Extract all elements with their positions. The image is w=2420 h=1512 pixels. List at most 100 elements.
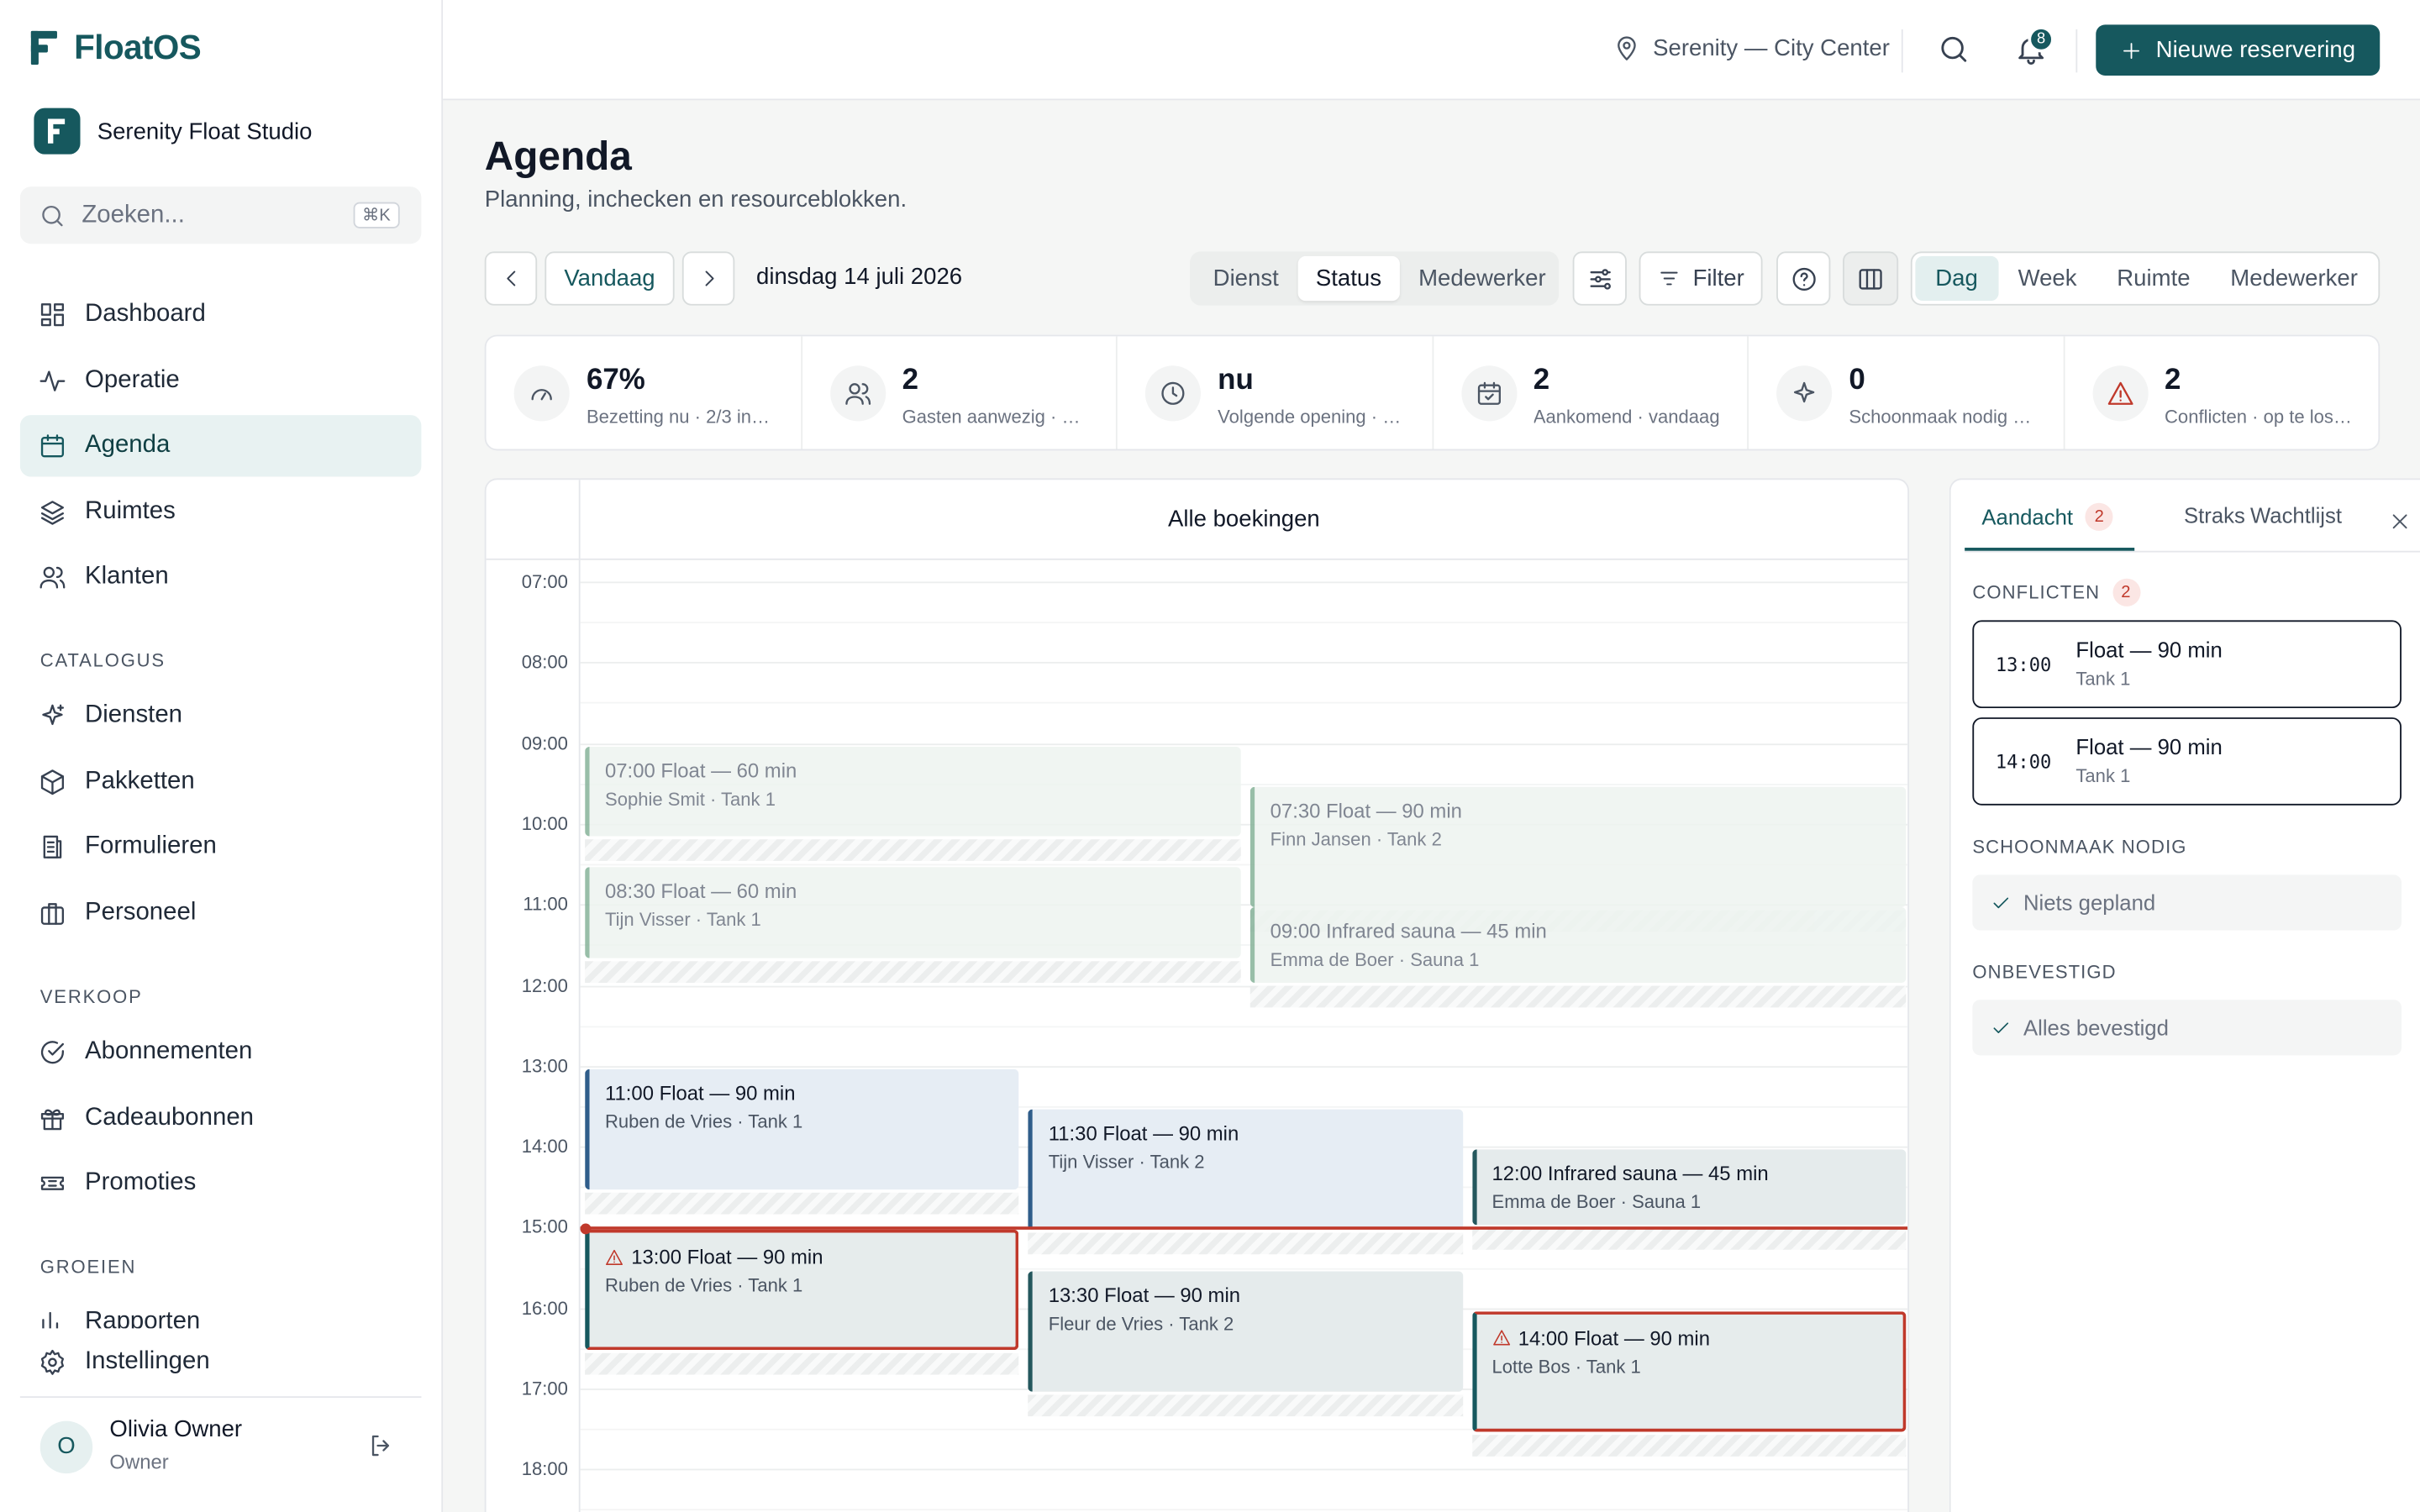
booking-event[interactable]: 09:00 Infrared sauna — 45 min Emma de Boe…: [1249, 907, 1907, 983]
booking-guest: Tijn Visser · Tank 1: [604, 908, 761, 931]
nav-personeel[interactable]: Personeel: [20, 883, 422, 944]
stat-conflicten[interactable]: 2 Conflicten · op te lossen: [2065, 336, 2379, 449]
booking-event[interactable]: 13:00 Float — 90 min Ruben de Vries · Tan…: [585, 1230, 1019, 1351]
nav-label: Diensten: [85, 701, 183, 728]
nav-klanten[interactable]: Klanten: [20, 546, 422, 607]
stat-label: Aankomend · vandaag: [1533, 406, 1720, 428]
turnover-buffer: [585, 1353, 1019, 1376]
brand[interactable]: FloatOS: [30, 26, 202, 69]
nav-label: Agenda: [85, 432, 171, 459]
stat-bezetting[interactable]: 67% Bezetting nu · 2/3 in gebruik: [487, 336, 802, 449]
nav-agenda[interactable]: Agenda: [19, 415, 422, 477]
conflict-item[interactable]: 14:00 Float — 90 min Tank 1: [1972, 717, 2402, 806]
close-icon[interactable]: [2389, 511, 2411, 533]
new-reservation-label: Nieuwe reservering: [2155, 37, 2356, 64]
hour-label: 10:00: [521, 812, 568, 835]
nav-pakketten[interactable]: Pakketten: [20, 751, 422, 812]
gauge-icon: [513, 365, 570, 422]
hour-label: 15:00: [521, 1216, 568, 1238]
booking-title: 14:00 Float — 90 min: [1518, 1326, 1711, 1350]
tab-straks[interactable]: Straks: [2184, 503, 2245, 528]
booking-event[interactable]: 11:30 Float — 90 min Tijn Visser · Tank 2: [1028, 1109, 1463, 1230]
time-gutter: 07:00 08:00 09:00 10:00 11:00 12:00 13:00 14:00…: [487, 559, 581, 1512]
stat-label: Volgende opening · beschikbaar: [1218, 406, 1406, 428]
stat-label: Gasten aanwezig · nu binnen: [902, 406, 1091, 428]
stat-gasten[interactable]: 2 Gasten aanwezig · nu binnen: [802, 336, 1118, 449]
current-time-line: [580, 1226, 1908, 1231]
app-root: FloatOS Serenity Float Studio Zoeken... …: [0, 0, 2420, 1512]
turnover-buffer: [1028, 1232, 1463, 1255]
conflict-resource: Tank 1: [2075, 765, 2131, 787]
today-button[interactable]: Vandaag: [544, 251, 675, 306]
view-dag[interactable]: Dag: [1915, 255, 1998, 302]
nav-label: Ruimtes: [85, 498, 176, 525]
hour-label: 17:00: [521, 1378, 568, 1399]
booking-guest: Ruben de Vries · Tank 1: [604, 1274, 803, 1297]
conflict-item[interactable]: 13:00 Float — 90 min Tank 1: [1972, 620, 2402, 709]
studio-switcher[interactable]: Serenity Float Studio: [34, 108, 312, 155]
tab-aandacht[interactable]: Aandacht 2: [1981, 502, 2113, 531]
gear-icon: [39, 1348, 66, 1376]
booking-event[interactable]: 07:00 Float — 60 min Sophie Smit · Tank 1: [585, 746, 1241, 837]
nav-rapporten[interactable]: Rapporten: [20, 1298, 422, 1329]
booking-title-row: 07:00 Float — 60 min: [605, 759, 1225, 782]
new-reservation-button[interactable]: Nieuwe reservering: [2096, 24, 2381, 76]
nav-label: Promoties: [85, 1169, 197, 1196]
tab-wachtlijst[interactable]: Wachtlijst: [2250, 503, 2342, 528]
hour-label: 18:00: [521, 1458, 568, 1480]
color-by-medewerker[interactable]: Medewerker: [1400, 256, 1565, 301]
booking-title-row: 12:00 Infrared sauna — 45 min: [1491, 1162, 1890, 1185]
prev-day-button[interactable]: [484, 251, 538, 306]
booking-event[interactable]: 11:00 Float — 90 min Ruben de Vries · Tan…: [585, 1068, 1019, 1189]
logout-icon[interactable]: [367, 1431, 395, 1459]
booking-event[interactable]: 07:30 Float — 90 min Finn Jansen · Tank 2: [1249, 786, 1907, 907]
view-medewerker[interactable]: Medewerker: [2210, 256, 2377, 301]
nav-diensten[interactable]: Diensten: [20, 685, 422, 747]
nav-formulieren[interactable]: Formulieren: [20, 816, 422, 878]
stat-schoonmaak[interactable]: 0 Schoonmaak nodig · ruimtes: [1749, 336, 2065, 449]
filter-icon: [1657, 267, 1681, 291]
columns-toggle-button[interactable]: [1843, 251, 1899, 306]
help-button[interactable]: [1776, 251, 1831, 306]
booking-event[interactable]: 13:30 Float — 90 min Fleur de Vries · Tan…: [1028, 1270, 1463, 1391]
nav-cadeaubonnen[interactable]: Cadeaubonnen: [20, 1088, 422, 1149]
hour-gridline: [580, 1469, 1908, 1471]
booking-event[interactable]: 14:00 Float — 90 min Lotte Bos · Tank 1: [1471, 1310, 1907, 1431]
sidebar-search[interactable]: Zoeken... ⌘K: [19, 186, 422, 244]
briefcase-icon: [39, 900, 66, 927]
booking-guest: Emma de Boer · Sauna 1: [1270, 948, 1480, 971]
cleaning-status: Niets gepland: [1972, 874, 2402, 931]
nav-promoties[interactable]: Promoties: [20, 1152, 422, 1214]
hour-gridline: [580, 662, 1908, 664]
display-settings-button[interactable]: [1572, 251, 1627, 306]
nav-abonnementen[interactable]: Abonnementen: [20, 1021, 422, 1083]
booking-event[interactable]: 12:00 Infrared sauna — 45 min Emma de Boe…: [1471, 1149, 1907, 1225]
turnover-buffer: [1028, 1394, 1463, 1416]
color-by-status[interactable]: Status: [1297, 255, 1401, 302]
filter-button[interactable]: Filter: [1639, 251, 1763, 306]
tab-badge: 2: [2085, 502, 2113, 531]
color-by-toggle: Dienst Status Medewerker: [1190, 251, 1560, 306]
booking-guest: Emma de Boer · Sauna 1: [1491, 1191, 1702, 1213]
nav-operatie[interactable]: Operatie: [20, 350, 422, 412]
user-card[interactable]: O Olivia Owner Owner: [19, 1396, 422, 1495]
stat-opening[interactable]: nu Volgende opening · beschikbaar: [1118, 336, 1434, 449]
next-day-button[interactable]: [681, 251, 735, 306]
nav-dashboard[interactable]: Dashboard: [20, 284, 422, 345]
nav-ruimtes[interactable]: Ruimtes: [20, 481, 422, 543]
view-week[interactable]: Week: [1998, 256, 2097, 301]
current-time-dot: [580, 1223, 592, 1235]
booking-event[interactable]: 08:30 Float — 60 min Tijn Visser · Tank 1: [585, 867, 1241, 958]
nav-label: Rapporten: [85, 1308, 201, 1329]
stat-value: 67%: [586, 364, 645, 397]
current-date[interactable]: dinsdag 14 juli 2026: [756, 264, 962, 290]
nav-instellingen[interactable]: Instellingen: [20, 1331, 422, 1393]
users-icon: [39, 563, 66, 591]
location-selector[interactable]: Serenity — City Center: [1612, 34, 1890, 61]
view-ruimte[interactable]: Ruimte: [2096, 256, 2210, 301]
search-placeholder: Zoeken...: [82, 201, 185, 228]
stat-aankomend[interactable]: 2 Aankomend · vandaag: [1433, 336, 1749, 449]
color-by-dienst[interactable]: Dienst: [1195, 256, 1297, 301]
search-icon[interactable]: [1937, 33, 1970, 66]
chevron-left-icon: [499, 267, 523, 291]
